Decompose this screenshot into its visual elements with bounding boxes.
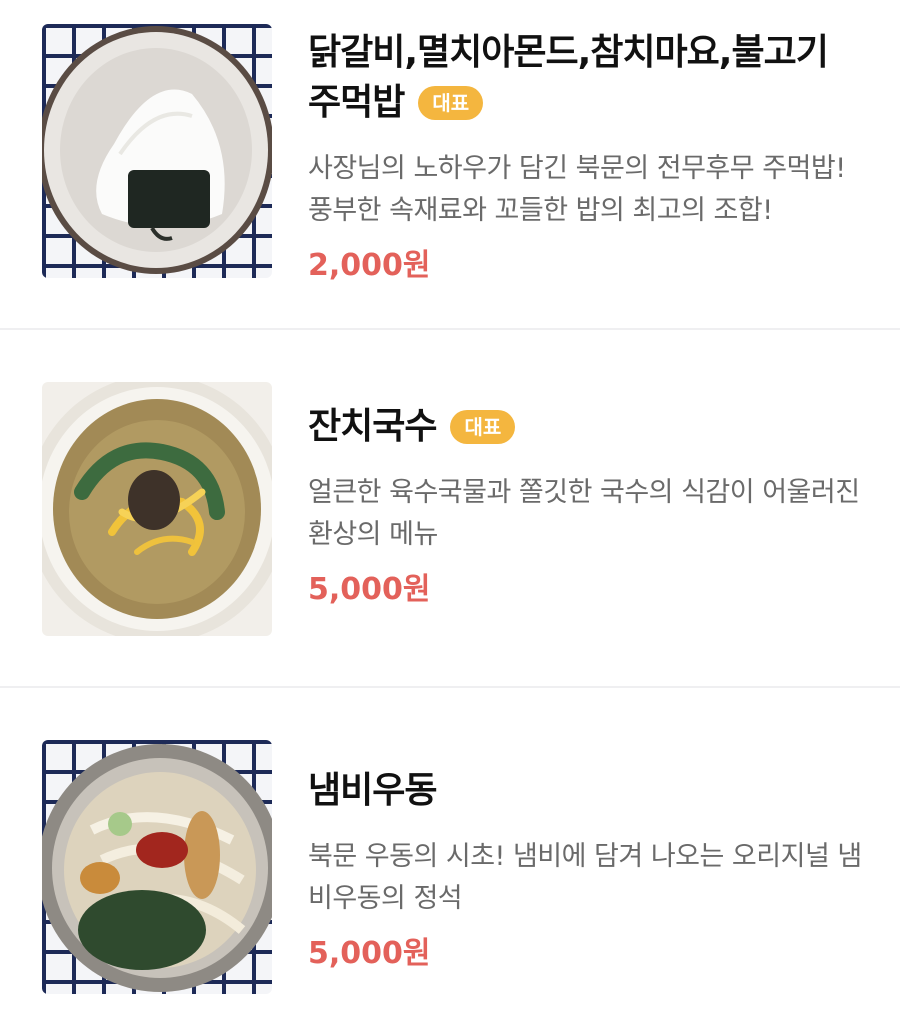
menu-item-name: 닭갈비,멸치아몬드,참치마요,불고기 주먹밥 <box>308 32 829 123</box>
menu-item-description: 사장님의 노하우가 담긴 북문의 전무후무 주먹밥! 풍부한 속재료와 꼬들한 … <box>308 153 846 226</box>
menu-item-price: 5,000원 <box>308 936 431 971</box>
menu-item-title-row: 닭갈비,멸치아몬드,참치마요,불고기 주먹밥 대표 <box>308 28 870 128</box>
menu-item-title-row: 잔치국수 대표 <box>308 402 870 452</box>
menu-item-info: 냄비우동 북문 우동의 시초! 냄비에 담겨 나오는 오리지널 냄비우동의 정석… <box>308 766 870 974</box>
menu-item-name: 잔치국수 <box>308 406 437 447</box>
menu-item-janchi-guksu[interactable]: 잔치국수 대표 얼큰한 육수국물과 쫄깃한 국수의 식감이 어울러진 환상의 메뉴… <box>0 330 900 688</box>
menu-item-info: 닭갈비,멸치아몬드,참치마요,불고기 주먹밥 대표 사장님의 노하우가 담긴 북문… <box>308 28 870 286</box>
menu-item-nambi-udon[interactable]: 냄비우동 북문 우동의 시초! 냄비에 담겨 나오는 오리지널 냄비우동의 정석… <box>0 688 900 1034</box>
menu-item-description: 얼큰한 육수국물과 쫄깃한 국수의 식감이 어울러진 환상의 메뉴 <box>308 477 860 550</box>
menu-list: 닭갈비,멸치아몬드,참치마요,불고기 주먹밥 대표 사장님의 노하우가 담긴 북문… <box>0 0 900 1034</box>
menu-item-price: 5,000원 <box>308 572 431 607</box>
menu-item-jumeokbap[interactable]: 닭갈비,멸치아몬드,참치마요,불고기 주먹밥 대표 사장님의 노하우가 담긴 북문… <box>0 0 900 330</box>
signature-badge: 대표 <box>450 410 516 444</box>
menu-item-description: 북문 우동의 시초! 냄비에 담겨 나오는 오리지널 냄비우동의 정석 <box>308 841 862 914</box>
food-photo-janchi-guksu <box>42 382 272 636</box>
menu-item-name: 냄비우동 <box>308 770 437 811</box>
menu-item-info: 잔치국수 대표 얼큰한 육수국물과 쫄깃한 국수의 식감이 어울러진 환상의 메뉴… <box>308 402 870 610</box>
food-photo-nambi-udon <box>42 740 272 994</box>
menu-item-title-row: 냄비우동 <box>308 766 870 816</box>
signature-badge: 대표 <box>418 86 484 120</box>
food-photo-jumeokbap <box>42 24 272 278</box>
menu-item-price: 2,000원 <box>308 248 431 283</box>
